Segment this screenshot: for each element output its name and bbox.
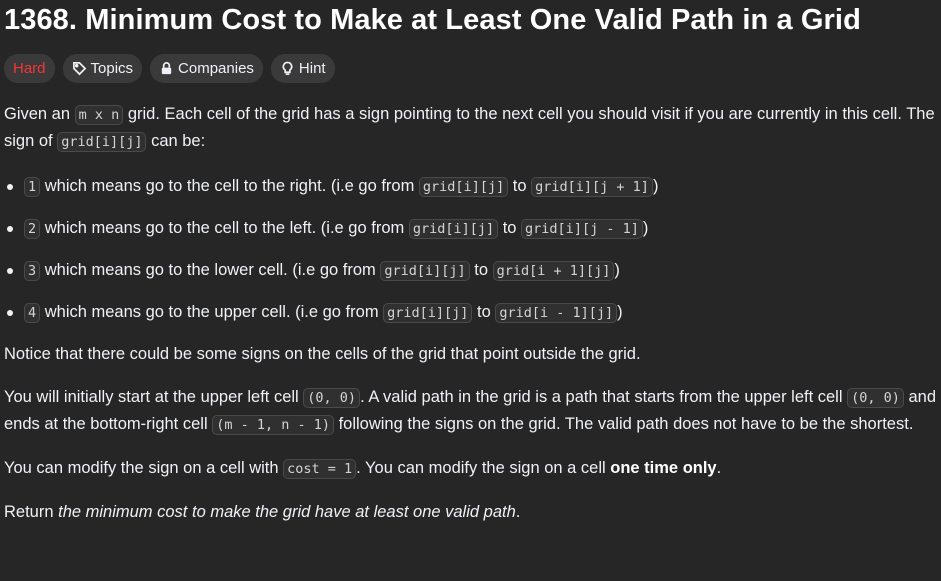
lock-icon — [161, 62, 172, 75]
inline-code: 1 — [24, 177, 41, 197]
companies-button[interactable]: Companies — [150, 54, 263, 83]
tag-icon — [72, 62, 86, 76]
topics-label: Topics — [90, 59, 134, 77]
list-item: 1 which means go to the cell to the righ… — [7, 173, 937, 200]
inline-code: grid[i][j + 1] — [531, 177, 653, 197]
inline-code: grid[i][j] — [380, 261, 470, 281]
difficulty-badge: Hard — [4, 54, 55, 83]
inline-code: grid[i][j] — [418, 177, 509, 197]
problem-tags-row: Hard Topics Companies Hint — [4, 54, 937, 83]
topics-button[interactable]: Topics — [62, 54, 143, 83]
inline-code: m x n — [74, 105, 124, 125]
lightbulb-icon — [282, 61, 293, 75]
hint-label: Hint — [298, 59, 326, 77]
hint-button[interactable]: Hint — [270, 54, 335, 83]
notice-paragraph: Notice that there could be some signs on… — [4, 345, 641, 363]
inline-code: grid[i][j] — [383, 303, 473, 323]
companies-label: Companies — [178, 59, 254, 77]
description-intro: Given an m x n grid. Each cell of the gr… — [4, 105, 935, 152]
inline-code: grid[i + 1][j] — [492, 261, 615, 281]
inline-code: grid[i][j] — [57, 132, 147, 152]
start-paragraph: You will initially start at the upper le… — [4, 388, 937, 435]
inline-code: grid[i][j] — [408, 219, 499, 239]
inline-code: grid[i - 1][j] — [495, 303, 618, 323]
inline-code: grid[i][j - 1] — [521, 219, 643, 239]
inline-code: (m - 1, n - 1) — [212, 415, 334, 435]
inline-code: 2 — [24, 219, 41, 239]
inline-code: 4 — [24, 303, 41, 323]
list-item: 2 which means go to the cell to the left… — [7, 215, 937, 242]
italic-text: the minimum cost to make the grid have a… — [58, 503, 516, 521]
problem-title: 1368. Minimum Cost to Make at Least One … — [4, 4, 861, 36]
inline-code: (0, 0) — [847, 388, 904, 408]
emphasis-text: one time only — [610, 459, 717, 477]
modify-paragraph: You can modify the sign on a cell with c… — [4, 459, 722, 479]
inline-code: cost = 1 — [283, 459, 357, 479]
inline-code: 3 — [24, 261, 41, 281]
problem-description-panel: 1368. Minimum Cost to Make at Least One … — [0, 0, 941, 525]
list-item: 3 which means go to the lower cell. (i.e… — [7, 257, 937, 284]
list-item: 4 which means go to the upper cell. (i.e… — [7, 299, 937, 326]
inline-code: (0, 0) — [303, 388, 361, 408]
return-paragraph: Return the minimum cost to make the grid… — [4, 503, 521, 521]
sign-list: 1 which means go to the cell to the righ… — [4, 173, 937, 326]
